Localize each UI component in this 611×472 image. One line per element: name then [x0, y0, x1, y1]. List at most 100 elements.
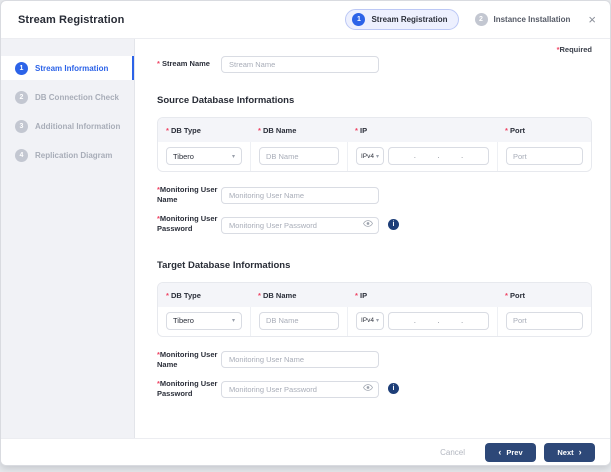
target-col-ip: * IP [347, 283, 497, 307]
required-note: *Required [157, 45, 592, 54]
target-monitoring-name-label: *Monitoring User Name [157, 350, 221, 370]
source-db-name-input[interactable] [259, 147, 339, 165]
dialog-header: Stream Registration 1 Stream Registratio… [1, 1, 610, 39]
source-db-type-select[interactable]: Tibero ▾ [166, 147, 242, 165]
source-db-name-cell [250, 142, 347, 171]
sidebar-step-3-label: Additional Information [35, 121, 121, 131]
step-1-label: Stream Registration [371, 15, 448, 24]
target-ip-version-value: IPv4 [361, 317, 375, 324]
col-label: IP [360, 290, 368, 300]
cancel-button[interactable]: Cancel [440, 448, 465, 457]
target-db-type-select[interactable]: Tibero ▾ [166, 311, 242, 330]
source-monitoring-password-input[interactable] [221, 216, 379, 234]
col-label: IP [360, 126, 368, 135]
target-monitoring-name-row: *Monitoring User Name [157, 350, 592, 370]
target-col-db-type: * DB Type [158, 283, 250, 307]
source-ip-input[interactable]: . . . [388, 147, 489, 165]
step-2-badge: 2 [474, 13, 488, 26]
label-text: Monitoring User Password [157, 214, 218, 234]
eye-icon[interactable] [363, 383, 373, 392]
source-port-input[interactable] [506, 147, 583, 165]
step-1-badge: 1 [352, 13, 366, 26]
source-monitoring-password-wrap [221, 215, 379, 234]
sidebar-step-3-badge: 3 [15, 119, 28, 133]
target-ip-version-select[interactable]: IPv4 ▾ [356, 311, 384, 330]
target-monitoring-password-input[interactable] [221, 381, 379, 399]
asterisk: * [166, 126, 169, 135]
target-db-type-cell: Tibero ▾ [158, 306, 250, 336]
sidebar-step-2-label: DB Connection Check [35, 92, 120, 102]
sidebar-item-db-connection-check[interactable]: 2 DB Connection Check [1, 85, 134, 109]
chevron-down-icon: ▾ [231, 318, 235, 324]
sidebar-step-1-label: Stream Information [35, 63, 109, 73]
col-label: DB Type [171, 126, 201, 135]
target-ip-cell: IPv4 ▾ . . . [347, 306, 497, 336]
asterisk: * [505, 290, 508, 300]
prev-button[interactable]: ‹ Prev [485, 442, 536, 462]
source-db-type-cell: Tibero ▾ [158, 142, 250, 171]
target-col-db-name: * DB Name [250, 283, 347, 307]
target-monitoring-password-wrap [221, 379, 379, 399]
source-ip-version-select[interactable]: IPv4 ▾ [356, 147, 384, 165]
source-monitoring-password-row: *Monitoring User Password i [157, 214, 592, 234]
eye-icon[interactable] [363, 219, 373, 228]
asterisk: * [258, 290, 261, 300]
source-col-ip: * IP [347, 118, 497, 142]
close-icon[interactable]: × [588, 13, 596, 26]
target-port-input[interactable] [506, 311, 583, 330]
chevron-down-icon: ▾ [375, 153, 379, 160]
target-monitoring-password-row: *Monitoring User Password i [157, 379, 592, 399]
target-ip-input[interactable]: . . . [388, 311, 489, 330]
ip-dot-separator: . [413, 315, 416, 325]
header-stepper: 1 Stream Registration 2 Instance Install… [345, 9, 596, 30]
ip-dot-separator: . [461, 315, 464, 325]
source-col-port: * Port [497, 118, 591, 142]
stream-name-input[interactable] [221, 56, 379, 73]
col-label: DB Type [171, 290, 201, 300]
info-icon[interactable]: i [388, 383, 399, 395]
source-db-table: * DB Type * DB Name * IP * Port Tibero ▾ [157, 117, 592, 172]
col-label: DB Name [263, 126, 297, 135]
prev-label: Prev [506, 447, 523, 457]
asterisk: * [258, 126, 261, 135]
form-panel: *Required * Stream Name Source Database … [135, 39, 610, 438]
target-db-type-value: Tibero [173, 316, 194, 325]
col-label: Port [510, 126, 526, 135]
col-label: DB Name [263, 290, 297, 300]
sidebar-item-stream-information[interactable]: 1 Stream Information [1, 56, 134, 80]
ip-dot-separator: . [461, 151, 464, 161]
asterisk: * [157, 59, 160, 69]
label-text: Monitoring User Name [157, 185, 218, 205]
source-db-table-body: Tibero ▾ IPv4 ▾ . . [158, 142, 591, 171]
stream-name-label-text: Stream Name [162, 59, 210, 69]
next-button[interactable]: Next › [544, 442, 595, 462]
source-monitoring-name-row: *Monitoring User Name [157, 185, 592, 205]
dialog-footer: Cancel ‹ Prev Next › [1, 438, 610, 465]
target-db-name-input[interactable] [259, 311, 339, 330]
dialog-title: Stream Registration [18, 13, 125, 26]
label-text: Monitoring User Password [157, 378, 218, 398]
target-db-table-body: Tibero ▾ IPv4 ▾ . . [158, 306, 591, 336]
target-col-port: * Port [497, 283, 591, 307]
asterisk: * [505, 126, 508, 135]
header-step-instance-installation[interactable]: 2 Instance Installation [474, 13, 570, 26]
target-db-name-cell [250, 306, 347, 336]
source-db-type-value: Tibero [173, 151, 194, 161]
source-ip-version-value: IPv4 [361, 152, 375, 160]
ip-dot-separator: . [437, 315, 440, 325]
header-step-stream-registration[interactable]: 1 Stream Registration [345, 9, 459, 30]
chevron-down-icon: ▾ [231, 153, 235, 160]
asterisk: * [355, 126, 358, 135]
target-monitoring-name-input[interactable] [221, 351, 379, 369]
source-ip-cell: IPv4 ▾ . . . [347, 142, 497, 171]
stream-registration-dialog: Stream Registration 1 Stream Registratio… [0, 0, 611, 466]
sidebar-item-additional-information[interactable]: 3 Additional Information [1, 114, 134, 138]
info-icon[interactable]: i [388, 218, 399, 230]
sidebar-item-replication-diagram[interactable]: 4 Replication Diagram [1, 143, 134, 167]
chevron-left-icon: ‹ [498, 446, 502, 457]
col-label: Port [510, 290, 526, 300]
label-text: Monitoring User Name [157, 349, 218, 369]
source-col-db-name: * DB Name [250, 118, 347, 142]
next-label: Next [557, 447, 574, 457]
source-monitoring-name-input[interactable] [221, 186, 379, 204]
